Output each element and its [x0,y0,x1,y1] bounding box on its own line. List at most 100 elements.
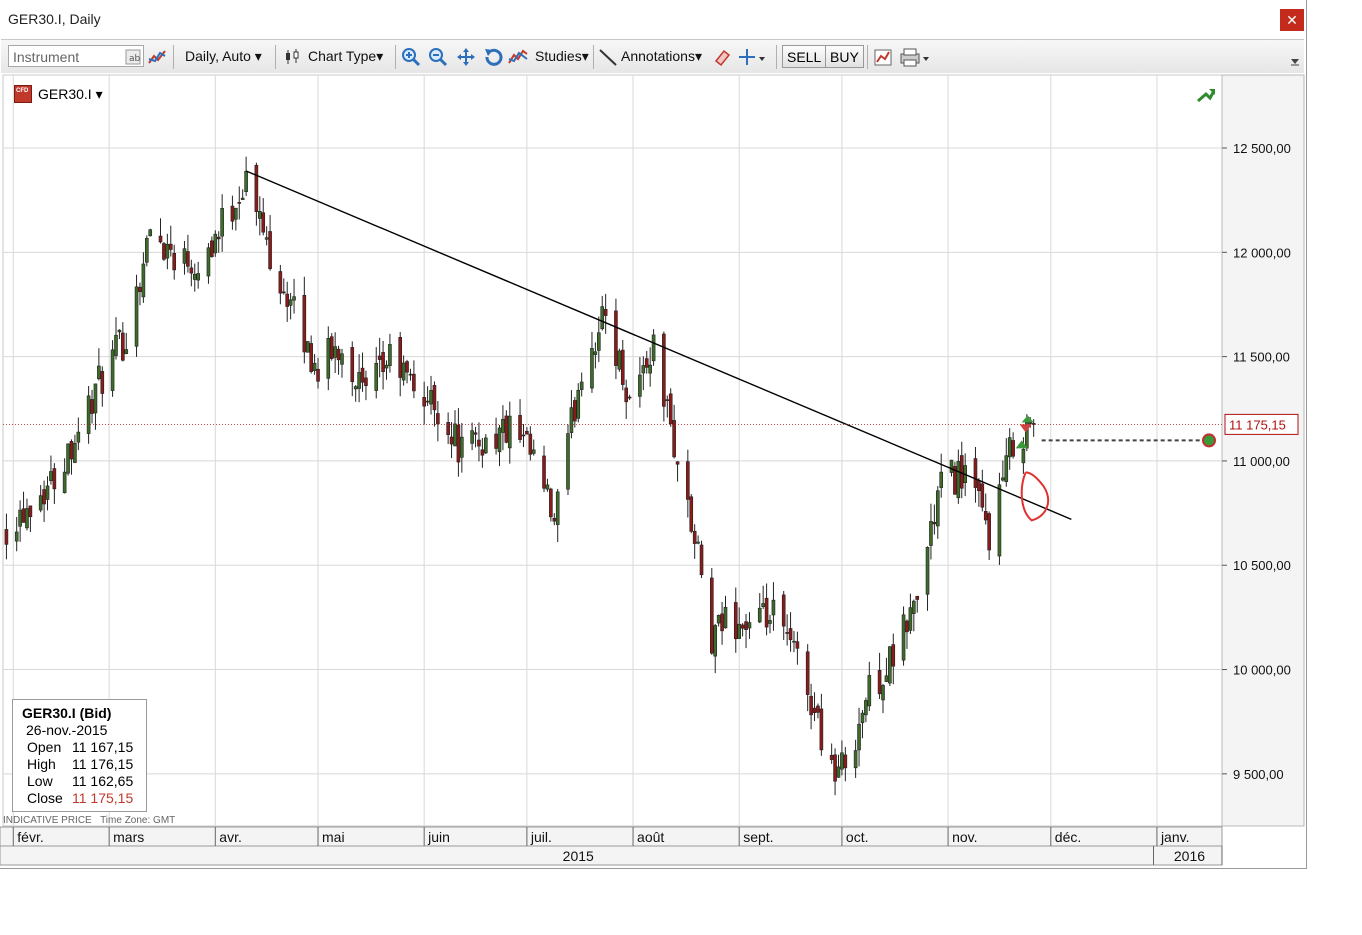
candle-bullish [244,171,248,193]
candle-bearish [624,387,628,403]
candle-bullish [384,364,389,369]
toolbar-overflow-icon[interactable] [1288,53,1302,67]
chart-footnote: INDICATIVE PRICE Time Zone: GMT [3,815,175,826]
candle-bearish [278,271,283,294]
order-handle-icon [1202,433,1216,448]
current-price-label: 11 175,15 [1229,417,1286,432]
candle-bearish [980,483,985,508]
crosshair-icon[interactable] [738,47,766,67]
pan-icon[interactable] [456,47,476,67]
candle-bullish [196,273,200,281]
candle-bullish [761,603,765,607]
candle-bearish [843,754,848,769]
candle-bullish [569,407,574,433]
month-label: sept. [743,829,773,845]
candle-bullish [737,623,741,639]
candle-bearish [877,670,882,695]
candle-bearish [1028,422,1033,424]
candle-bearish [100,371,105,394]
y-tick-label: 11 500,00 [1233,350,1290,365]
candle-bullish [836,766,841,778]
trendline-icon [599,49,617,66]
candle-bearish [350,347,355,383]
candle-bullish [49,471,53,481]
toolbar: Instrument ab Daily, Auto ▾ Chart Type▾ [1,39,1304,74]
candle-bullish [864,700,868,716]
chart-type-label: Chart Type [308,48,377,64]
candle-bearish [785,632,789,634]
compare-icon[interactable] [147,47,167,67]
candle-bearish [504,415,509,443]
candle-bearish [261,212,266,233]
candle-bearish [627,396,632,399]
candle-bearish [959,455,964,489]
candle-bearish [285,293,290,307]
candle-bullish [648,364,652,374]
candle-bullish [86,395,91,434]
candle-bearish [381,352,385,372]
candle-bullish [141,263,146,298]
candle-bullish [25,508,29,529]
zoom-in-icon[interactable] [401,47,421,67]
candle-bullish [881,685,885,701]
instrument-search-input[interactable]: Instrument [8,45,144,67]
candle-bullish [326,337,331,379]
period-selector[interactable]: Daily, Auto ▾ [185,40,262,73]
instrument-lookup-icon[interactable]: ab [125,49,141,65]
chart-type-menu[interactable]: Chart Type▾ [308,40,383,73]
candle-bearish [4,529,9,545]
candle-bullish [93,383,98,414]
annotations-menu[interactable]: Annotations▾ [621,40,702,73]
chart-settings-icon[interactable] [873,47,893,67]
candle-bullish [716,615,721,624]
candle-bullish [429,390,433,405]
candle-bullish [997,484,1002,557]
ohlc-high-label: High [27,756,56,772]
candle-bearish [436,413,440,425]
candle-bullish [925,546,930,595]
candle-bullish [507,415,512,449]
close-button[interactable]: ✕ [1280,9,1304,31]
studies-menu[interactable]: Studies▾ [535,40,589,73]
svg-text:ab: ab [129,54,141,64]
candle-bullish [258,211,262,219]
candle-bullish [134,286,139,347]
undo-icon[interactable] [483,47,503,67]
candle-bearish [518,415,522,440]
candle-bearish [158,235,163,243]
time-axis-year-row [0,845,1223,866]
sell-button[interactable]: SELL [782,45,827,68]
time-axis-month-row [0,826,1223,847]
candle-bearish [412,373,416,392]
candle-bullish [853,750,858,769]
candle-bullish [956,461,961,499]
month-label: déc. [1055,829,1081,845]
zoom-out-icon[interactable] [428,47,448,67]
ohlc-high-value: 11 176,15 [72,756,134,772]
candle-bearish [699,544,704,576]
candle-bearish [1011,440,1015,457]
candle-bearish [973,458,978,488]
price-chart[interactable]: 12 500,00 12 000,00 11 500,00 11 000,00 10 5… [0,73,1305,867]
eraser-icon[interactable] [712,47,732,67]
candle-bullish [192,273,197,280]
candle-bearish [281,291,286,294]
candle-bullish [408,373,413,376]
candle-bearish [473,432,478,435]
instrument-selector[interactable]: GER30.I ▾ [38,86,103,103]
candle-bearish [905,620,909,633]
candle-bullish [62,471,67,494]
chevron-down-icon: ▾ [254,48,262,64]
candle-bearish [121,332,125,361]
candle-bearish [549,488,553,518]
candle-bearish [829,754,834,760]
print-icon[interactable] [899,47,931,67]
buy-button[interactable]: BUY [825,45,864,68]
candle-bullish [840,752,844,770]
month-label: mai [322,829,345,845]
studies-icon [508,49,528,64]
y-tick-label: 12 000,00 [1233,245,1291,260]
candle-bearish [422,397,426,407]
candle-bearish [733,602,738,640]
month-label: juil. [530,829,552,845]
